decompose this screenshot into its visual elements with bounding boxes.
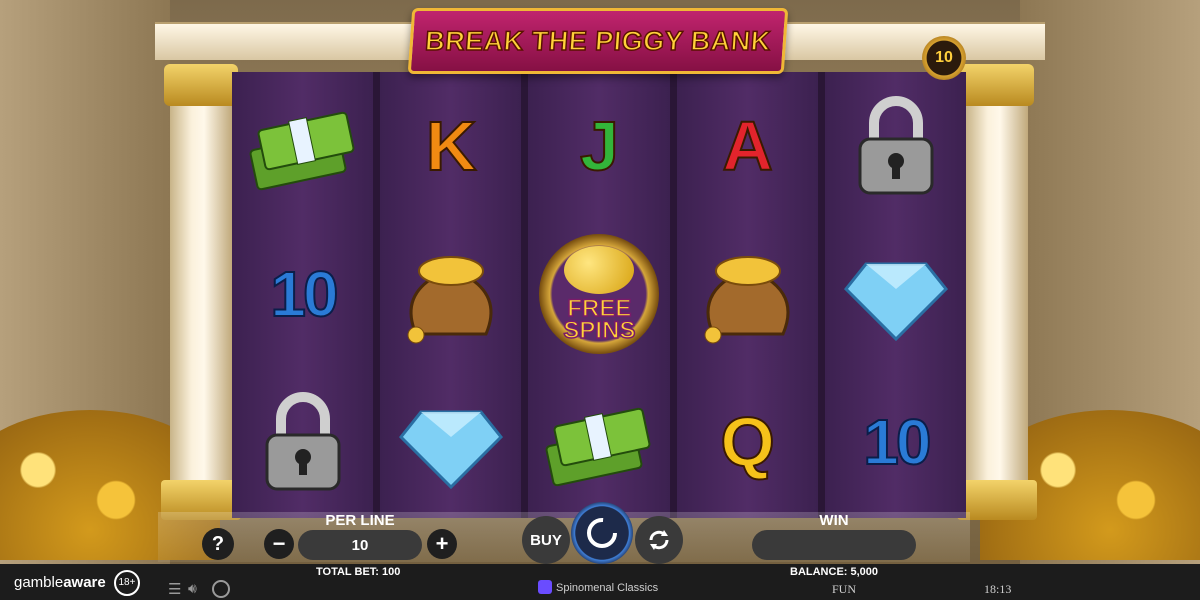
reel-1: 10 xyxy=(232,72,374,518)
spins-text: SPINS xyxy=(563,317,637,344)
symbol-cash-stack xyxy=(528,368,670,516)
plus-button[interactable]: + xyxy=(427,529,457,559)
win-label: WIN xyxy=(819,512,849,529)
padlock-icon xyxy=(858,96,934,195)
total-bet: TOTAL BET: 100 xyxy=(316,566,401,578)
clock: 18:13 xyxy=(984,582,1012,596)
symbol-padlock xyxy=(825,72,967,220)
symbol-diamond xyxy=(825,220,967,368)
pig-body xyxy=(564,246,635,294)
balance: BALANCE: 5,000 xyxy=(790,566,879,578)
symbol-piggy-free-spins: FREE SPINS xyxy=(528,220,670,368)
coin-bag-icon xyxy=(704,256,790,344)
spin-icon xyxy=(587,518,617,548)
control-panel: ? PER LINE − 10 + BUY WIN xyxy=(158,502,970,564)
symbol-ten: 10 xyxy=(269,257,339,331)
age-18-badge: 18+ xyxy=(113,570,140,596)
piggy-bank-icon: FREE SPINS xyxy=(539,234,660,354)
reel-2: K xyxy=(380,72,522,518)
pillar-capital-right xyxy=(960,64,1034,106)
reel-4: A Q xyxy=(676,72,819,518)
diamond-icon xyxy=(399,410,504,490)
symbol-padlock xyxy=(232,368,374,516)
reel-3: J FREE SPINS xyxy=(528,72,670,518)
symbol-diamond xyxy=(380,368,522,516)
cash-stack-icon xyxy=(249,111,355,191)
per-line-label: PER LINE xyxy=(325,512,395,529)
mode-label: FUN xyxy=(832,582,857,596)
sound-icon[interactable]: 🔊︎ xyxy=(188,580,197,597)
win-value xyxy=(752,530,916,560)
buy-button[interactable]: BUY xyxy=(522,516,570,564)
paylines-badge[interactable]: 10 xyxy=(922,36,966,80)
padlock-icon xyxy=(265,392,341,491)
menu-icon[interactable]: ☰ xyxy=(168,580,181,598)
symbol-a: A xyxy=(721,106,774,186)
pillar-left xyxy=(170,68,232,518)
bet-per-line-value: 10 xyxy=(298,530,422,560)
spin-button[interactable] xyxy=(571,502,633,564)
autoplay-button[interactable] xyxy=(635,516,683,564)
help-button[interactable]: ? xyxy=(202,528,234,560)
cash-stack-icon xyxy=(545,407,651,487)
minus-button[interactable]: − xyxy=(264,529,294,559)
symbol-coin-bag xyxy=(677,220,819,368)
reel-5: 10 xyxy=(824,72,967,518)
pillar-capital-left xyxy=(164,64,238,106)
spinomenal-logo-icon xyxy=(538,580,552,594)
speed-icon[interactable] xyxy=(212,580,230,598)
symbol-ten: 10 xyxy=(862,405,932,479)
symbol-k: K xyxy=(425,106,478,186)
symbol-cash-stack xyxy=(232,72,374,220)
coin-bag-icon xyxy=(407,256,493,344)
diamond-icon xyxy=(843,262,948,342)
symbol-q: Q xyxy=(719,402,775,482)
provider-name: Spinomenal Classics xyxy=(556,582,659,594)
game-title-banner: BREAK THE PIGGY BANK xyxy=(407,8,789,74)
game-title: BREAK THE PIGGY BANK xyxy=(423,25,772,57)
symbol-j: J xyxy=(579,106,620,186)
pillar-right xyxy=(966,68,1028,518)
symbol-coin-bag xyxy=(380,220,522,368)
gambleaware-logo[interactable]: gambleaware 18+ xyxy=(14,570,140,596)
autoplay-icon xyxy=(649,530,669,550)
reel-grid: 10 K J FREE SPINS A Q 10 xyxy=(232,72,967,518)
